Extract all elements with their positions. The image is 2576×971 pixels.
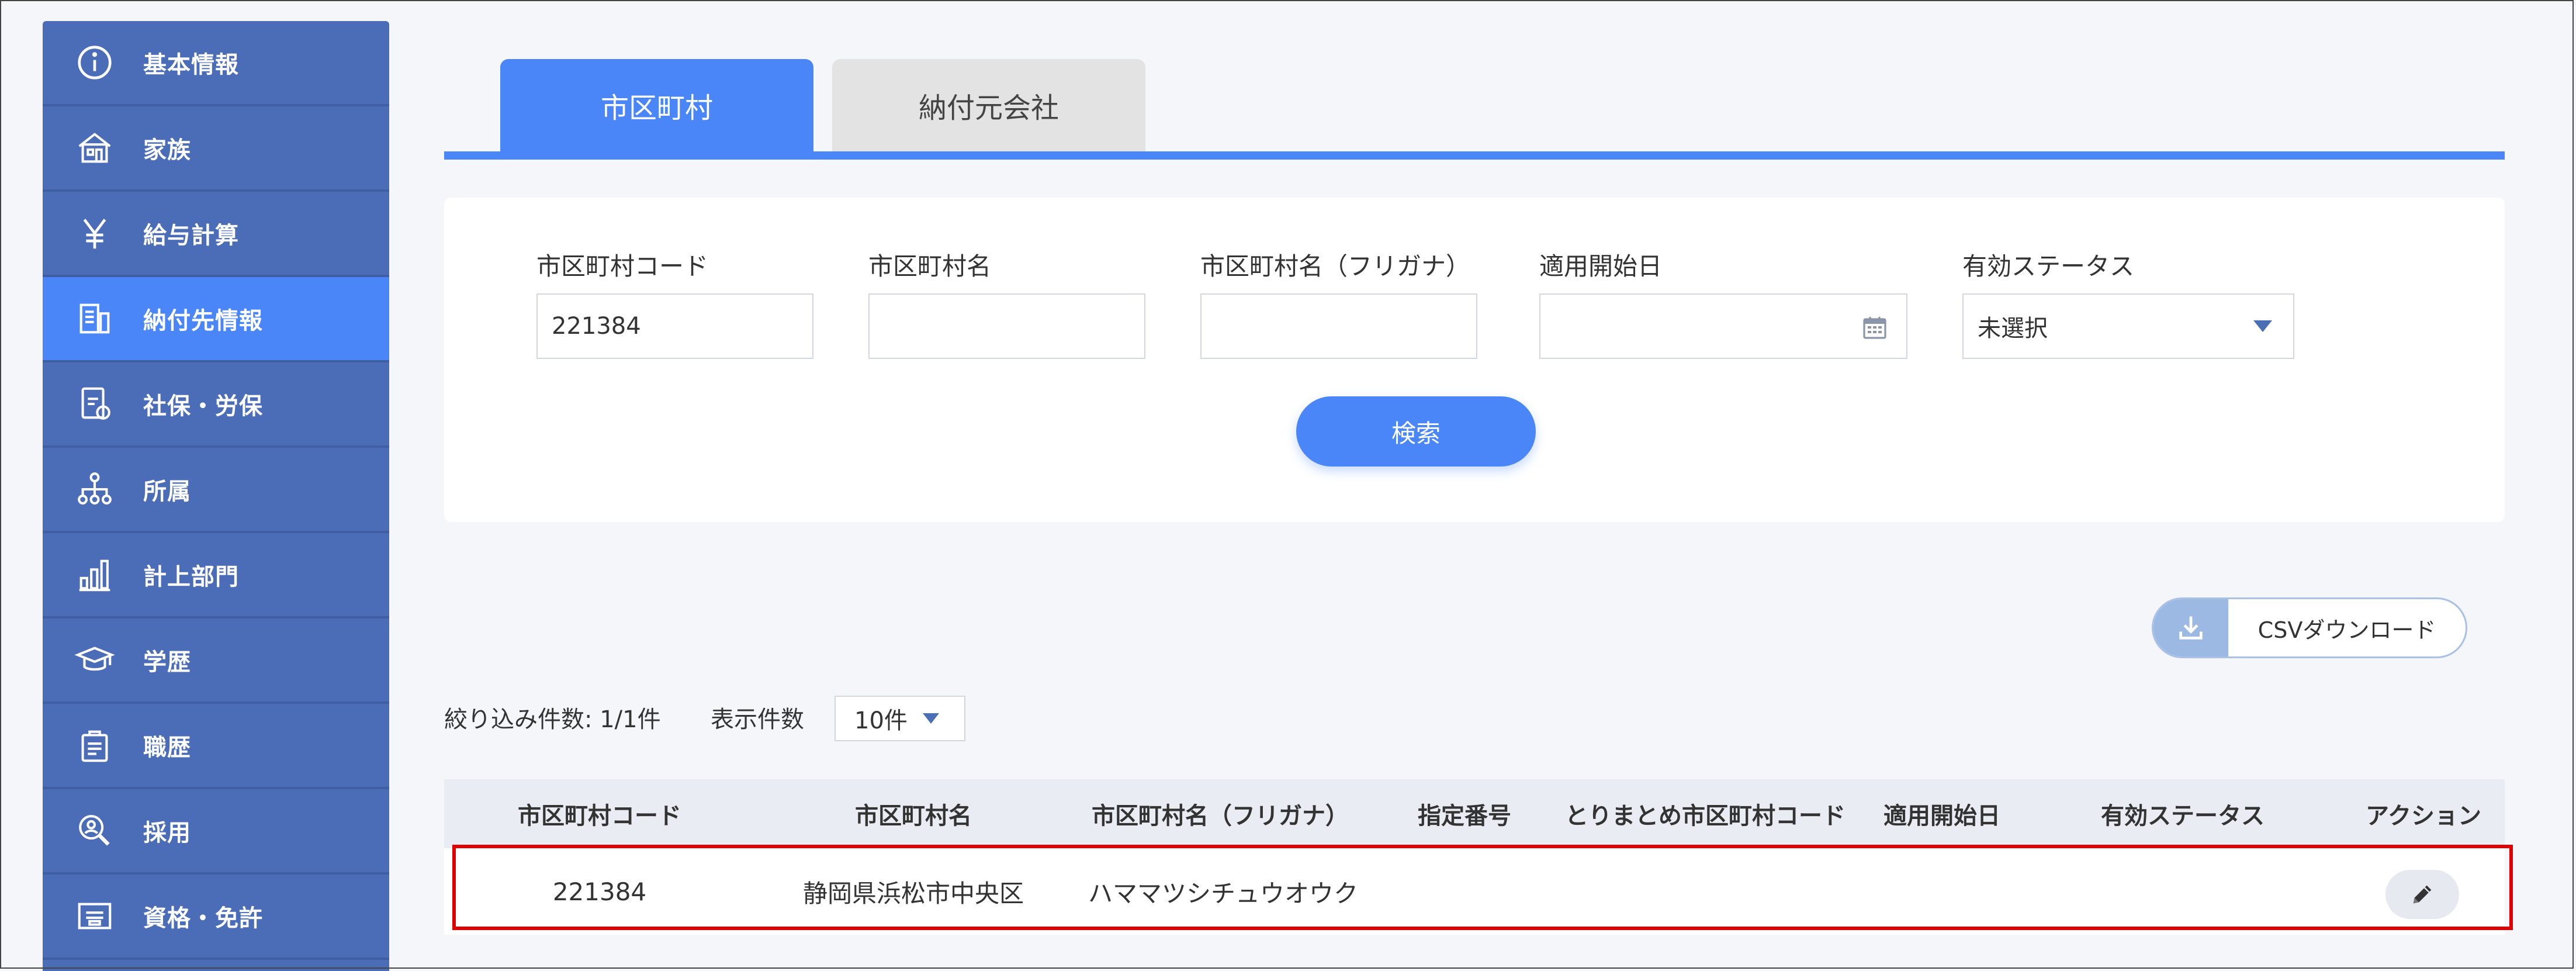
chevron-down-icon bbox=[2253, 320, 2272, 332]
start-date-label: 適用開始日 bbox=[1539, 252, 1663, 281]
city-code-label: 市区町村コード bbox=[536, 252, 709, 281]
sidebar-item-family[interactable]: 家族 bbox=[43, 106, 389, 192]
sidebar-item-label: 給与計算 bbox=[143, 222, 239, 249]
edit-button[interactable] bbox=[2385, 870, 2459, 919]
column-header-city-name: 市区町村名 bbox=[855, 803, 972, 830]
sidebar-item-label: 学歴 bbox=[143, 649, 191, 676]
csv-download-label: CSVダウンロード bbox=[2258, 617, 2436, 643]
chevron-down-icon bbox=[922, 713, 939, 724]
per-page-select[interactable]: 10件 bbox=[835, 696, 965, 741]
house-icon bbox=[68, 122, 121, 174]
magnifier-person-icon bbox=[68, 804, 121, 857]
search-button[interactable]: 検索 bbox=[1296, 396, 1536, 467]
info-circle-icon bbox=[68, 36, 121, 89]
tab-payment-company[interactable]: 納付元会社 bbox=[832, 59, 1145, 151]
tab-underline bbox=[444, 151, 2505, 160]
column-header-start-date: 適用開始日 bbox=[1883, 803, 2000, 830]
sidebar-item-label: 採用 bbox=[143, 820, 191, 846]
table-header: 市区町村コード 市区町村名 市区町村名（フリガナ） 指定番号 とりまとめ市区町村… bbox=[444, 779, 2505, 848]
city-kana-input[interactable] bbox=[1200, 293, 1477, 359]
cell-city-name: 静岡県浜松市中央区 bbox=[802, 879, 1024, 908]
sidebar-item-education[interactable]: 学歴 bbox=[43, 618, 389, 704]
sidebar-item-license[interactable]: 資格・免許 bbox=[43, 875, 389, 960]
sidebar-item-label: 計上部門 bbox=[143, 564, 239, 590]
sidebar-item-payroll[interactable]: 給与計算 bbox=[43, 192, 389, 277]
org-chart-icon bbox=[68, 463, 121, 516]
city-code-input[interactable]: 221384 bbox=[536, 293, 813, 359]
search-panel: 市区町村コード 221384 市区町村名 市区町村名（フリガナ） 適用開始日 有… bbox=[444, 198, 2505, 522]
sidebar-item-payment-destination[interactable]: 納付先情報 bbox=[43, 277, 389, 362]
sidebar-item-label: 基本情報 bbox=[143, 51, 239, 78]
bar-chart-icon bbox=[68, 548, 121, 601]
column-header-status: 有効ステータス bbox=[2101, 803, 2265, 830]
briefcase-document-icon bbox=[68, 719, 121, 772]
sidebar-item-label: 所属 bbox=[143, 478, 191, 505]
sidebar-item-recruitment[interactable]: 採用 bbox=[43, 789, 389, 875]
status-select[interactable]: 未選択 bbox=[1962, 293, 2294, 359]
insurance-document-icon bbox=[68, 378, 121, 430]
sidebar-item-label: 納付先情報 bbox=[143, 307, 263, 334]
city-kana-label: 市区町村名（フリガナ） bbox=[1200, 252, 1471, 281]
sidebar: 基本情報 家族 給与計算 納付先情報 社保・労保 所属 計上部門 学歴 職歴 採… bbox=[43, 21, 389, 971]
sidebar-item-work-history[interactable]: 職歴 bbox=[43, 704, 389, 789]
status-label: 有効ステータス bbox=[1962, 252, 2135, 281]
column-header-action: アクション bbox=[2366, 803, 2481, 830]
column-header-city-code: 市区町村コード bbox=[518, 803, 681, 830]
sidebar-item-social-insurance[interactable]: 社保・労保 bbox=[43, 362, 389, 448]
sidebar-item-label: 家族 bbox=[143, 137, 191, 164]
column-header-designation: 指定番号 bbox=[1418, 803, 1511, 830]
download-icon bbox=[2153, 599, 2228, 656]
cell-city-kana: ハママツシチュウオウク bbox=[1088, 879, 1359, 908]
calendar-icon[interactable] bbox=[1861, 313, 1889, 341]
sidebar-item-label: 社保・労保 bbox=[143, 393, 263, 420]
building-document-icon bbox=[68, 292, 121, 345]
city-name-input[interactable] bbox=[868, 293, 1145, 359]
sidebar-item-affiliation[interactable]: 所属 bbox=[43, 448, 389, 533]
column-header-city-kana: 市区町村名（フリガナ） bbox=[1092, 803, 1349, 830]
city-name-label: 市区町村名 bbox=[868, 252, 992, 281]
cell-city-code: 221384 bbox=[552, 877, 647, 906]
pencil-icon bbox=[2413, 885, 2432, 904]
certificate-icon bbox=[68, 890, 121, 942]
sidebar-item-label: 資格・免許 bbox=[143, 905, 263, 932]
result-count: 絞り込み件数: 1/1件 bbox=[444, 706, 661, 733]
sidebar-item-basic-info[interactable]: 基本情報 bbox=[43, 21, 389, 106]
start-date-input[interactable] bbox=[1539, 293, 1907, 359]
sidebar-item-accounting-dept[interactable]: 計上部門 bbox=[43, 533, 389, 618]
csv-download-button[interactable]: CSVダウンロード bbox=[2152, 597, 2467, 658]
tab-municipality[interactable]: 市区町村 bbox=[500, 59, 813, 151]
graduation-cap-icon bbox=[68, 634, 121, 686]
per-page-value: 10件 bbox=[854, 707, 908, 734]
status-select-value: 未選択 bbox=[1978, 315, 2048, 342]
column-header-summary-code: とりまとめ市区町村コード bbox=[1565, 803, 1846, 830]
yen-icon bbox=[68, 207, 121, 260]
table-row: 221384 静岡県浜松市中央区 ハママツシチュウオウク bbox=[444, 848, 2505, 935]
per-page-label: 表示件数 bbox=[711, 706, 804, 733]
sidebar-item-label: 職歴 bbox=[143, 734, 191, 761]
